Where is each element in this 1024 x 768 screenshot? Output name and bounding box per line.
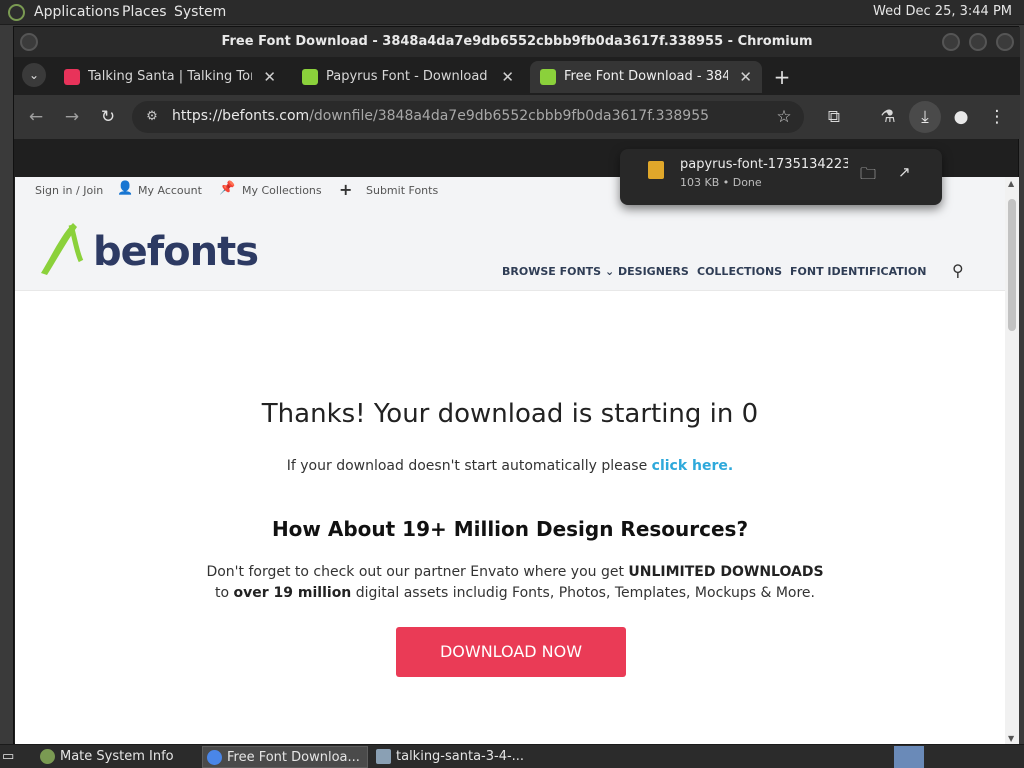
desktop-top-panel: Applications Places System Wed Dec 25, 3…: [0, 0, 1024, 25]
profile-avatar-icon[interactable]: ●: [949, 105, 973, 129]
submit-fonts-link[interactable]: Submit Fonts: [366, 184, 438, 197]
web-content: Sign in / Join 👤 My Account 📌 My Collect…: [15, 177, 1005, 745]
tab-papyrus-font[interactable]: Papyrus Font - Download Fre ✕: [292, 61, 524, 93]
promo-heading: How About 19+ Million Design Resources?: [271, 517, 749, 541]
nav-font-identification[interactable]: FONT IDENTIFICATION: [790, 265, 926, 278]
url-text[interactable]: https://befonts.com/downfile/3848a4da7e9…: [172, 108, 709, 124]
back-arrow-icon[interactable]: ←: [24, 105, 48, 129]
open-folder-icon[interactable]: 🗀: [860, 163, 876, 190]
befonts-logo[interactable]: befonts: [37, 217, 259, 281]
taskbar-label: Mate System Info: [60, 749, 174, 764]
logo-text: befonts: [93, 229, 259, 275]
close-tab-icon[interactable]: ✕: [501, 61, 514, 93]
system-menu[interactable]: System: [174, 4, 226, 20]
tab-free-font-download[interactable]: Free Font Download - 3848a ✕: [530, 61, 762, 93]
search-icon[interactable]: ⚲: [952, 261, 964, 280]
labs-flask-icon[interactable]: ⚗: [876, 105, 900, 129]
tab-favicon-icon: [302, 69, 318, 85]
my-account-link[interactable]: My Account: [138, 184, 202, 197]
tab-favicon-icon: [64, 69, 80, 85]
close-window-button[interactable]: [996, 33, 1014, 51]
download-bubble[interactable]: papyrus-font-1735134223-0 103 KB • Done …: [620, 149, 942, 205]
maximize-button[interactable]: [969, 33, 987, 51]
scroll-up-icon[interactable]: ▲: [1008, 179, 1014, 188]
scroll-down-icon[interactable]: ▼: [1008, 734, 1014, 743]
download-status: 103 KB • Done: [680, 176, 762, 189]
window-title-bar[interactable]: Free Font Download - 3848a4da7e9db6552cb…: [14, 27, 1020, 57]
mate-info-icon: [40, 749, 55, 764]
scrollbar-thumb[interactable]: [1008, 199, 1016, 331]
download-now-button[interactable]: DOWNLOAD NOW: [396, 627, 626, 677]
window-menu-button[interactable]: [20, 33, 38, 51]
mate-menu-icon[interactable]: [8, 4, 25, 21]
sign-in-link[interactable]: Sign in / Join: [35, 184, 103, 197]
promo-bold: UNLIMITED DOWNLOADS: [628, 564, 824, 580]
clock[interactable]: Wed Dec 25, 3:44 PM: [873, 4, 1012, 19]
tab-search-chevron-icon[interactable]: ⌄: [22, 63, 46, 87]
places-menu[interactable]: Places: [122, 4, 167, 20]
plus-icon: +: [339, 180, 353, 199]
account-icon: 👤: [117, 181, 134, 196]
taskbar-label: Free Font Downloa...: [227, 750, 360, 765]
tab-label: Talking Santa | Talking Tom F: [88, 69, 252, 84]
promo-part: to: [215, 585, 234, 601]
promo-part: Don't forget to check out our partner En…: [206, 564, 629, 580]
click-here-link[interactable]: click here.: [652, 458, 734, 474]
page-scrollbar[interactable]: ▲ ▼: [1005, 177, 1019, 745]
show-desktop-icon[interactable]: ▭: [2, 746, 24, 768]
download-heading: Thanks! Your download is starting in 0: [261, 399, 759, 429]
logo-mark-icon: [41, 223, 84, 275]
new-tab-icon[interactable]: +: [770, 65, 794, 89]
promo-bold: over 19 million: [233, 585, 352, 601]
nav-designers[interactable]: DESIGNERS: [618, 265, 689, 278]
tab-strip: ⌄ Talking Santa | Talking Tom F ✕ Papyru…: [14, 57, 1020, 95]
close-tab-icon[interactable]: ✕: [739, 61, 752, 93]
site-info-icon[interactable]: ⚙: [140, 105, 164, 129]
chevron-down-icon: ⌄: [604, 265, 615, 278]
browser-window: Free Font Download - 3848a4da7e9db6552cb…: [13, 26, 1020, 745]
download-filename[interactable]: papyrus-font-1735134223-0: [680, 157, 848, 172]
nav-collections[interactable]: COLLECTIONS: [697, 265, 782, 278]
promo-text: Don't forget to check out our partner En…: [205, 562, 825, 604]
nav-label: BROWSE FONTS: [502, 265, 602, 278]
taskbar-item-talking-santa[interactable]: talking-santa-3-4-...: [372, 746, 538, 768]
minimize-button[interactable]: [942, 33, 960, 51]
extensions-icon[interactable]: ⧉: [822, 105, 846, 129]
url-path: /downfile/3848a4da7e9db6552cbbb9fb0da361…: [309, 108, 710, 124]
tab-favicon-icon: [540, 69, 556, 85]
my-collections-link[interactable]: My Collections: [242, 184, 322, 197]
browser-toolbar: ← → ↻ ⚙ https://befonts.com/downfile/384…: [14, 95, 1020, 139]
taskbar-label: talking-santa-3-4-...: [396, 749, 525, 764]
more-menu-icon[interactable]: ⋮: [985, 105, 1009, 129]
subtext-label: If your download doesn't start automatic…: [286, 458, 652, 474]
archive-icon: [376, 749, 391, 764]
site-header: befonts BROWSE FONTS ⌄ DESIGNERS COLLECT…: [15, 205, 1005, 291]
download-subtext: If your download doesn't start automatic…: [15, 458, 1005, 474]
promo-part: digital assets includig Fonts, Photos, T…: [351, 585, 815, 601]
workspace-switcher[interactable]: [894, 746, 924, 768]
nav-browse-fonts[interactable]: BROWSE FONTS ⌄: [502, 265, 614, 278]
url-host: https://befonts.com: [172, 108, 310, 124]
taskbar: ▭ Mate System Info Free Font Downloa... …: [0, 744, 1024, 768]
close-tab-icon[interactable]: ✕: [263, 61, 276, 93]
tab-talking-santa[interactable]: Talking Santa | Talking Tom F ✕: [54, 61, 286, 93]
applications-menu[interactable]: Applications: [34, 4, 120, 20]
open-file-icon[interactable]: ↗: [898, 163, 911, 181]
chromium-icon: [207, 750, 222, 765]
taskbar-item-chromium[interactable]: Free Font Downloa...: [202, 746, 368, 768]
tab-label: Free Font Download - 3848a: [564, 69, 728, 84]
pin-icon: 📌: [219, 181, 236, 196]
downloads-icon[interactable]: ⤓: [909, 101, 941, 133]
bookmark-star-icon[interactable]: ☆: [772, 105, 796, 129]
forward-arrow-icon[interactable]: →: [60, 105, 84, 129]
tab-label: Papyrus Font - Download Fre: [326, 69, 490, 84]
archive-file-icon: [648, 161, 664, 179]
window-title: Free Font Download - 3848a4da7e9db6552cb…: [221, 34, 813, 49]
address-bar[interactable]: ⚙ https://befonts.com/downfile/3848a4da7…: [132, 101, 804, 133]
taskbar-item-system-info[interactable]: Mate System Info: [36, 746, 196, 768]
reload-icon[interactable]: ↻: [96, 105, 120, 129]
